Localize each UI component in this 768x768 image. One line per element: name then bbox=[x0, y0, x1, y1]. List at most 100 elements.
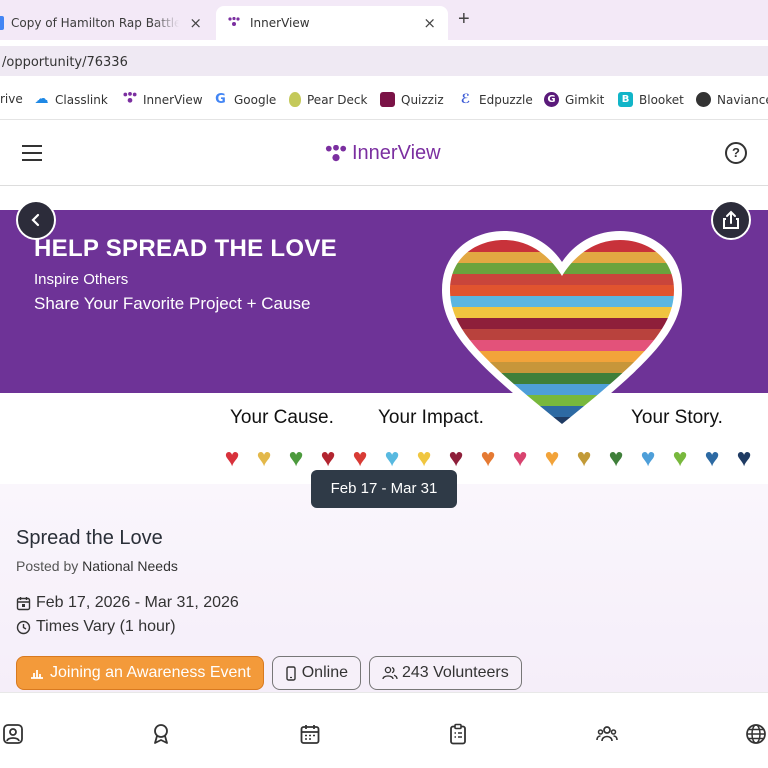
browser-tab-hamilton[interactable]: Copy of Hamilton Rap Battle Ju × bbox=[0, 6, 214, 40]
bookmark-gimkit[interactable]: G Gimkit bbox=[544, 92, 604, 107]
heart-icon: ♥ bbox=[704, 444, 720, 472]
help-icon[interactable]: ? bbox=[725, 142, 747, 164]
time-text: Times Vary (1 hour) bbox=[36, 618, 176, 635]
heart-icon: ♥ bbox=[512, 444, 528, 472]
bookmark-label: Naviance bbox=[717, 92, 768, 107]
google-icon: G bbox=[213, 92, 228, 107]
back-button[interactable] bbox=[16, 200, 56, 240]
date-range-pill: Feb 17 - Mar 31 bbox=[311, 470, 457, 508]
tab-title: Copy of Hamilton Rap Battle Ju bbox=[11, 16, 179, 30]
bookmark-drive[interactable]: rive bbox=[0, 92, 23, 106]
bookmark-classlink[interactable]: ☁ Classlink bbox=[34, 92, 108, 107]
share-icon bbox=[723, 210, 739, 229]
app-header: InnerView ? bbox=[0, 121, 768, 186]
innerview-icon bbox=[228, 16, 240, 30]
category-chip[interactable]: Joining an Awareness Event bbox=[16, 656, 264, 690]
bookmark-label: Classlink bbox=[55, 92, 108, 107]
heart-icon: ♥ bbox=[608, 444, 624, 472]
bookmark-label: Blooket bbox=[639, 92, 684, 107]
posted-by: Posted by National Needs bbox=[16, 558, 178, 574]
browser-tab-innerview[interactable]: InnerView × bbox=[216, 6, 448, 40]
banner-tagline-cause: Your Cause. bbox=[230, 407, 334, 428]
date-range: Feb 17, 2026 - Mar 31, 2026 bbox=[36, 594, 239, 611]
megaphone-icon bbox=[31, 670, 43, 679]
heart-icon: ♥ bbox=[256, 444, 272, 472]
bookmark-label: Quizziz bbox=[401, 92, 444, 107]
bookmark-google[interactable]: G Google bbox=[213, 92, 276, 107]
brand-name: InnerView bbox=[352, 142, 441, 164]
phone-icon bbox=[286, 665, 296, 681]
browser-tab-bar: Copy of Hamilton Rap Battle Ju × InnerVi… bbox=[0, 0, 768, 40]
bookmark-label: Gimkit bbox=[565, 92, 605, 107]
date-info: Feb 17, 2026 - Mar 31, 2026 bbox=[16, 594, 239, 612]
innerview-icon bbox=[122, 92, 137, 107]
banner-subheadline-2: Share Your Favorite Project + Cause bbox=[34, 294, 311, 313]
heart-icon: ♥ bbox=[352, 444, 368, 472]
share-button[interactable] bbox=[711, 200, 751, 240]
opportunity-banner: HELP SPREAD THE LOVE Inspire Others Shar… bbox=[0, 210, 768, 484]
group-icon[interactable] bbox=[596, 723, 618, 745]
heart-icon: ♥ bbox=[288, 444, 304, 472]
bookmark-label: InnerView bbox=[143, 92, 203, 107]
address-bar[interactable]: /opportunity/76336 bbox=[0, 46, 768, 76]
hamburger-menu-icon[interactable] bbox=[22, 145, 42, 161]
blooket-icon: B bbox=[618, 92, 633, 107]
heart-icon: ♥ bbox=[672, 444, 688, 472]
banner-headline: HELP SPREAD THE LOVE bbox=[34, 235, 337, 262]
brand-logo[interactable]: InnerView bbox=[324, 142, 441, 165]
clipboard-icon[interactable] bbox=[447, 723, 469, 745]
heart-icon: ♥ bbox=[320, 444, 336, 472]
new-tab-button[interactable]: + bbox=[458, 8, 470, 31]
bookmark-innerview[interactable]: InnerView bbox=[122, 92, 203, 107]
calendar-icon bbox=[16, 596, 31, 610]
organization-name[interactable]: National Needs bbox=[82, 558, 178, 574]
docs-icon bbox=[0, 16, 4, 30]
bottom-navigation bbox=[0, 692, 768, 768]
bookmark-naviance[interactable]: Naviance bbox=[696, 92, 768, 107]
heart-icon: ♥ bbox=[640, 444, 656, 472]
globe-icon[interactable] bbox=[745, 723, 767, 745]
bookmark-pear-deck[interactable]: Pear Deck bbox=[289, 92, 367, 107]
category-label: Joining an Awareness Event bbox=[50, 664, 251, 681]
bookmark-edpuzzle[interactable]: ℰ Edpuzzle bbox=[458, 92, 533, 107]
profile-icon[interactable] bbox=[2, 723, 24, 745]
globe-icon bbox=[696, 92, 711, 107]
chevron-left-icon bbox=[31, 213, 40, 227]
heart-icon: ♥ bbox=[576, 444, 592, 472]
tag-chips: Joining an Awareness Event Online 243 Vo… bbox=[16, 656, 530, 690]
hearts-row: ♥ ♥ ♥ ♥ ♥ ♥ ♥ ♥ ♥ ♥ ♥ ♥ ♥ ♥ ♥ ♥ ♥ bbox=[216, 445, 760, 471]
opportunity-title: Spread the Love bbox=[16, 527, 163, 549]
people-icon bbox=[382, 666, 398, 680]
location-chip[interactable]: Online bbox=[271, 656, 361, 690]
close-icon[interactable]: × bbox=[423, 14, 436, 32]
location-label: Online bbox=[301, 664, 348, 681]
bookmark-quizziz[interactable]: Quizziz bbox=[380, 92, 444, 107]
volunteers-label: 243 Volunteers bbox=[401, 664, 509, 681]
close-icon[interactable]: × bbox=[189, 14, 202, 32]
pear-icon bbox=[289, 92, 301, 107]
bookmark-label: rive bbox=[0, 92, 23, 106]
bookmark-label: Pear Deck bbox=[307, 92, 368, 107]
bookmark-label: Google bbox=[234, 92, 277, 107]
gimkit-icon: G bbox=[544, 92, 559, 107]
heart-icon: ♥ bbox=[448, 444, 464, 472]
address-bar-container: /opportunity/76336 bbox=[0, 40, 768, 80]
volunteers-chip[interactable]: 243 Volunteers bbox=[368, 656, 522, 690]
edpuzzle-icon: ℰ bbox=[460, 92, 471, 107]
banner-tagline-impact: Your Impact. bbox=[378, 407, 484, 428]
quizziz-icon bbox=[380, 92, 395, 107]
innerview-icon bbox=[325, 144, 347, 161]
bookmark-blooket[interactable]: B Blooket bbox=[618, 92, 684, 107]
clock-icon bbox=[16, 620, 31, 634]
heart-icon: ♥ bbox=[480, 444, 496, 472]
award-icon[interactable] bbox=[150, 723, 172, 745]
heart-icon: ♥ bbox=[736, 444, 752, 472]
bookmarks-bar: rive ☁ Classlink InnerView G Google Pear… bbox=[0, 80, 768, 120]
calendar-icon[interactable] bbox=[299, 723, 321, 745]
banner-subheadline: Inspire Others bbox=[34, 271, 129, 288]
heart-icon: ♥ bbox=[416, 444, 432, 472]
bookmark-label: Edpuzzle bbox=[479, 92, 533, 107]
heart-icon: ♥ bbox=[544, 444, 560, 472]
heart-icon: ♥ bbox=[384, 444, 400, 472]
rainbow-heart-icon bbox=[442, 231, 682, 434]
